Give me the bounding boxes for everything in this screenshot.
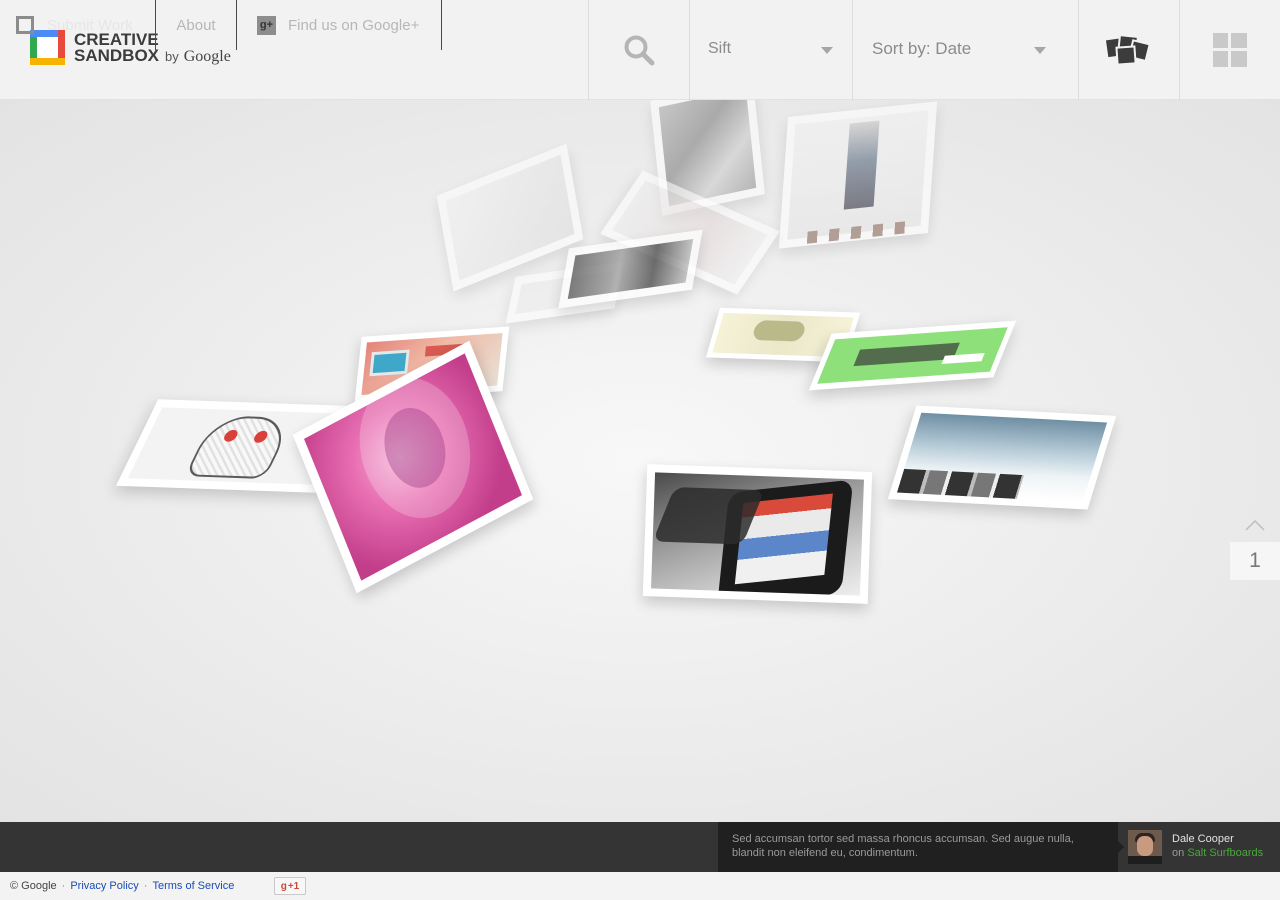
logo-text-line2: SANDBOX xyxy=(74,46,160,65)
grid-view-button[interactable] xyxy=(1179,0,1280,100)
stack-view-icon xyxy=(1105,34,1151,66)
stack-view-button[interactable] xyxy=(1078,0,1179,100)
legal-footer: © Google · Privacy Policy · Terms of Ser… xyxy=(10,880,235,892)
work-card[interactable] xyxy=(887,405,1117,510)
plus-one-button[interactable]: g +1 xyxy=(274,877,306,895)
sift-dropdown[interactable]: Sift xyxy=(689,0,852,100)
chevron-down-icon xyxy=(1034,47,1046,54)
google-plus-label: Find us on Google+ xyxy=(288,16,420,34)
quote-author[interactable]: Dale Cooper on Salt Surfboards xyxy=(1128,830,1263,864)
sort-dropdown-label: Sort by: Date xyxy=(872,39,972,58)
about-label: About xyxy=(176,16,216,34)
author-company-link[interactable]: Salt Surfboards xyxy=(1187,847,1263,859)
avatar xyxy=(1128,830,1162,864)
submit-work-button[interactable]: Submit Work xyxy=(0,0,156,50)
work-card[interactable] xyxy=(558,229,703,309)
submit-work-label: Submit Work xyxy=(47,16,133,34)
google-plus-icon: g+ xyxy=(257,15,276,35)
privacy-policy-link[interactable]: Privacy Policy xyxy=(70,880,138,892)
chevron-up-icon[interactable] xyxy=(1244,518,1266,532)
about-link[interactable]: About xyxy=(156,0,237,50)
sift-dropdown-label: Sift xyxy=(708,40,732,57)
plus-one-label: +1 xyxy=(287,880,300,892)
search-button[interactable] xyxy=(588,0,689,100)
work-stage: 1 xyxy=(0,100,1280,822)
google-g-icon: g xyxy=(280,880,287,892)
featured-quote: Sed accumsan tortor sed massa rhoncus ac… xyxy=(718,822,1118,872)
work-card[interactable] xyxy=(778,101,938,249)
work-card[interactable] xyxy=(642,464,873,604)
author-name: Dale Cooper xyxy=(1172,833,1234,845)
chevron-down-icon xyxy=(821,47,833,54)
copyright: © Google xyxy=(10,880,57,892)
author-on: on xyxy=(1172,847,1185,859)
search-icon xyxy=(624,35,655,66)
logo-google: Google xyxy=(183,48,231,65)
terms-of-service-link[interactable]: Terms of Service xyxy=(152,880,234,892)
sort-dropdown[interactable]: Sort by: Date xyxy=(852,0,1078,100)
submit-square-icon xyxy=(16,16,34,34)
google-plus-link[interactable]: g+ Find us on Google+ xyxy=(237,0,442,50)
logo-by: by xyxy=(165,49,179,64)
grid-view-icon xyxy=(1213,33,1247,67)
quote-pointer xyxy=(1118,841,1124,853)
page-indicator: 1 xyxy=(1230,542,1280,580)
